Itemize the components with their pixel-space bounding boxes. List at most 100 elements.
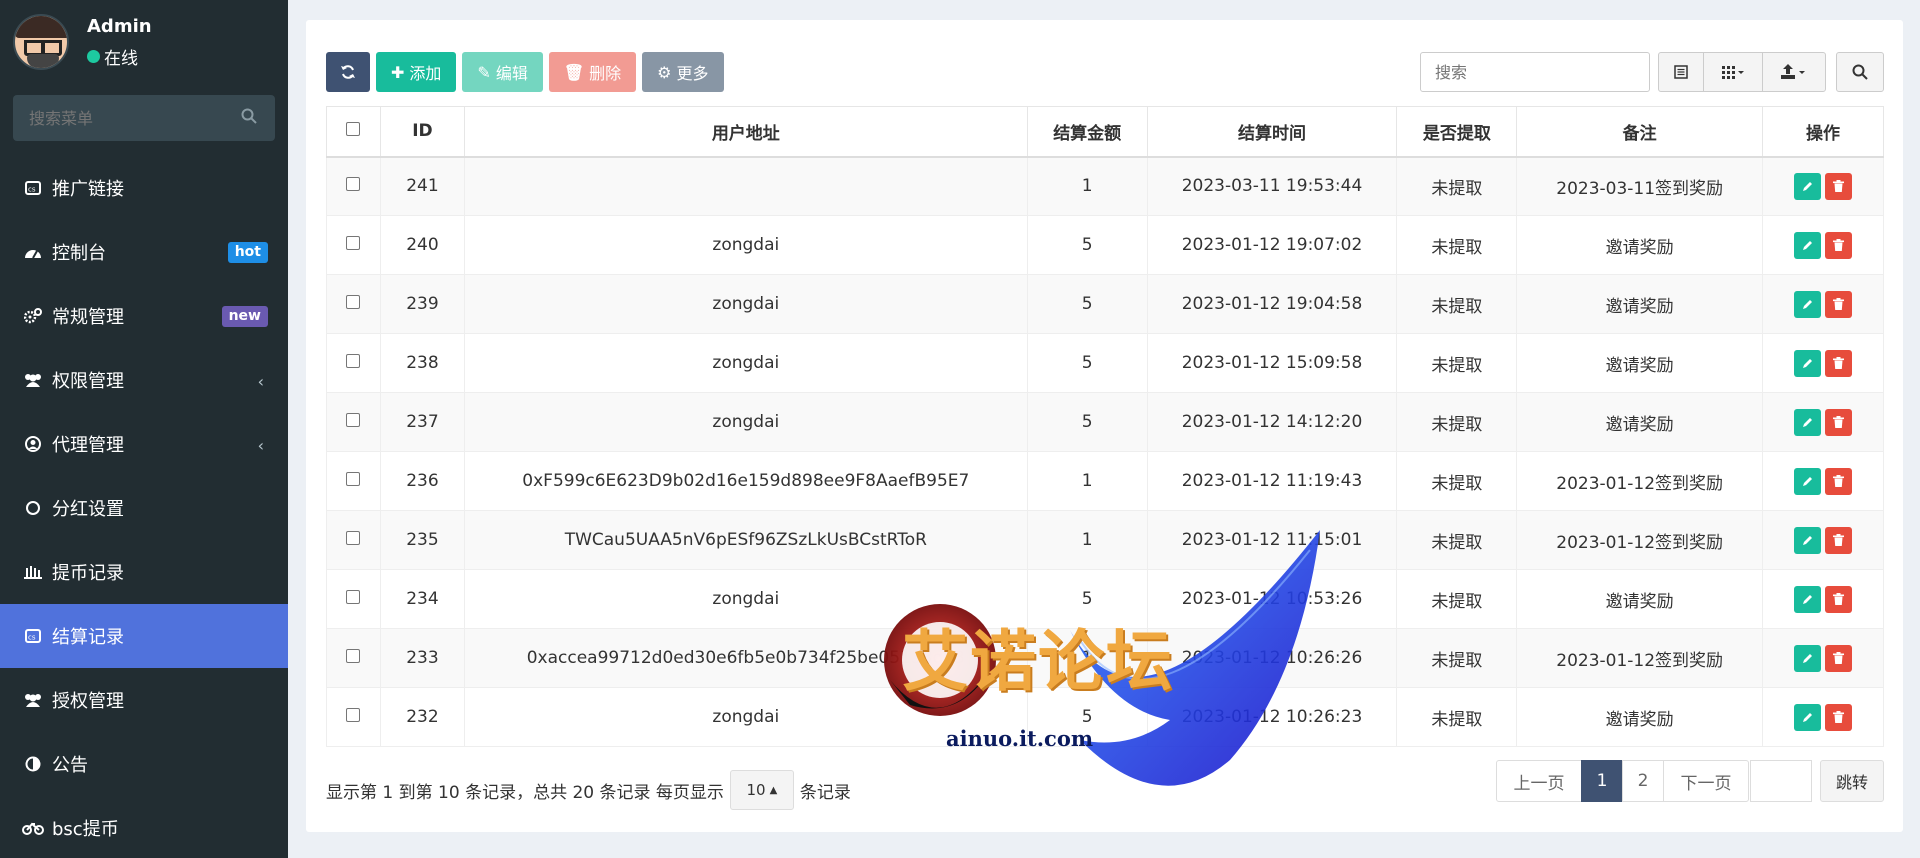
cell-actions [1762, 628, 1884, 688]
page-size-dropdown[interactable]: 10 ▲ [729, 770, 794, 810]
sidebar-item-permissions[interactable]: 权限管理 ‹ [0, 348, 288, 412]
settlement-table: ID 用户地址 结算金额 结算时间 是否提取 备注 操作 241 1 2023-03… [326, 106, 1884, 747]
row-checkbox[interactable] [346, 177, 361, 192]
cell-address: zongdai [463, 274, 1028, 334]
table-row[interactable]: 241 1 2023-03-11 19:53:44 未提取 2023-03-11签到奖励 [326, 156, 1884, 216]
row-edit-button[interactable] [1794, 467, 1822, 495]
table-row[interactable]: 232 zongdai 5 2023-01-12 10:26:23 未提取 邀请奖励 [326, 687, 1884, 747]
table-row[interactable]: 236 0xF599c6E623D9b02d16e159d898ee9F8Aaef… [326, 451, 1884, 511]
refresh-button[interactable] [326, 52, 370, 92]
row-delete-button[interactable] [1825, 703, 1853, 731]
sidebar-item-dashboard[interactable]: 控制台 hot [0, 220, 288, 284]
online-dot-icon [87, 50, 100, 63]
search-icon[interactable] [241, 108, 257, 129]
row-edit-button[interactable] [1794, 585, 1822, 613]
page-1-button[interactable]: 1 [1581, 760, 1623, 802]
select-all-checkbox[interactable] [346, 122, 361, 137]
cell-amount: 1 [1026, 510, 1148, 570]
row-actions [1794, 172, 1853, 200]
row-checkbox[interactable] [346, 649, 361, 663]
add-button[interactable]: ✚ 添加 [376, 52, 457, 92]
col-amount[interactable]: 结算金额 [1026, 106, 1148, 158]
chevron-left-icon: ‹ [257, 372, 264, 391]
sidebar-item-promo-link[interactable]: cs 推广链接 [0, 156, 288, 220]
prev-page-button[interactable]: 上一页 [1496, 760, 1582, 802]
table-search-input[interactable] [1420, 52, 1650, 92]
col-id[interactable]: ID [379, 106, 465, 158]
row-delete-button[interactable] [1825, 231, 1853, 259]
table-row[interactable]: 234 zongdai 5 2023-01-12 10:53:26 未提取 邀请奖励 [326, 569, 1884, 629]
page-2-button[interactable]: 2 [1622, 760, 1664, 802]
col-note[interactable]: 备注 [1516, 106, 1764, 158]
sidebar-item-dividend[interactable]: 分红设置 [0, 476, 288, 540]
sidebar-item-authorization[interactable]: 授权管理 [0, 668, 288, 732]
sidebar-search-input[interactable] [13, 95, 233, 141]
row-checkbox[interactable] [346, 354, 361, 368]
jump-button[interactable]: 跳转 [1820, 760, 1884, 802]
grid-icon [1722, 66, 1744, 79]
col-extracted[interactable]: 是否提取 [1396, 106, 1518, 158]
row-checkbox[interactable] [346, 708, 361, 722]
cell-note: 邀请奖励 [1516, 392, 1764, 452]
row-actions [1794, 408, 1853, 436]
cell-id: 237 [379, 392, 465, 452]
table-row[interactable]: 240 zongdai 5 2023-01-12 19:07:02 未提取 邀请奖励 [326, 215, 1884, 275]
trash-icon [1833, 357, 1845, 369]
row-delete-button[interactable] [1825, 467, 1853, 495]
cell-amount: 1 [1026, 628, 1148, 688]
next-page-button[interactable]: 下一页 [1663, 760, 1749, 802]
row-checkbox[interactable] [346, 531, 361, 545]
row-edit-button[interactable] [1794, 349, 1822, 377]
table-row[interactable]: 237 zongdai 5 2023-01-12 14:12:20 未提取 邀请奖励 [326, 392, 1884, 452]
toggle-view-button[interactable] [1658, 52, 1704, 92]
jump-page-input[interactable] [1750, 760, 1812, 802]
cell-note: 2023-03-11签到奖励 [1516, 156, 1764, 216]
row-delete-button[interactable] [1825, 526, 1853, 554]
row-edit-button[interactable] [1794, 644, 1822, 672]
cell-note: 邀请奖励 [1516, 687, 1764, 747]
avatar[interactable] [13, 14, 69, 70]
row-checkbox[interactable] [346, 236, 361, 250]
sidebar-item-agents[interactable]: 代理管理 ‹ [0, 412, 288, 476]
row-edit-button[interactable] [1794, 290, 1822, 318]
sidebar-item-announcements[interactable]: 公告 [0, 732, 288, 796]
edit-button[interactable]: ✎ 编辑 [462, 52, 543, 92]
columns-dropdown-button[interactable] [1703, 52, 1763, 92]
table-row[interactable]: 238 zongdai 5 2023-01-12 15:09:58 未提取 邀请奖励 [326, 333, 1884, 393]
row-actions [1794, 290, 1853, 318]
row-delete-button[interactable] [1825, 585, 1853, 613]
row-edit-button[interactable] [1794, 526, 1822, 554]
delete-button[interactable]: 🗑 删除 [548, 52, 637, 92]
sidebar-item-label: 常规管理 [52, 307, 124, 328]
table-row[interactable]: 235 TWCau5UAA5nV6pESf96ZSzLkUsBCstRToR 1 20… [326, 510, 1884, 570]
row-checkbox[interactable] [346, 472, 361, 486]
sidebar-item-bsc-withdraw[interactable]: bsc提币 [0, 796, 288, 858]
search-button[interactable] [1836, 52, 1884, 92]
col-time[interactable]: 结算时间 [1146, 106, 1398, 158]
row-checkbox[interactable] [346, 590, 361, 604]
row-delete-button[interactable] [1825, 408, 1853, 436]
table-row[interactable]: 233 0xaccea99712d0ed30e6fb5e0b734f25be051… [326, 628, 1884, 688]
export-dropdown-button[interactable] [1762, 52, 1826, 92]
row-edit-button[interactable] [1794, 408, 1822, 436]
sidebar-item-general[interactable]: 常规管理 new [0, 284, 288, 348]
row-delete-button[interactable] [1825, 290, 1853, 318]
row-edit-button[interactable] [1794, 231, 1822, 259]
row-select-cell [326, 451, 381, 511]
row-delete-button[interactable] [1825, 644, 1853, 672]
trash-icon [1833, 475, 1845, 487]
table-row[interactable]: 239 zongdai 5 2023-01-12 19:04:58 未提取 邀请奖励 [326, 274, 1884, 334]
row-delete-button[interactable] [1825, 172, 1853, 200]
more-button[interactable]: ⚙ 更多 [642, 52, 724, 92]
edit-button-label: 编辑 [495, 64, 528, 83]
row-edit-button[interactable] [1794, 703, 1822, 731]
sidebar-item-withdrawals[interactable]: 提币记录 [0, 540, 288, 604]
row-checkbox[interactable] [346, 413, 361, 427]
sidebar-item-settlements[interactable]: cs 结算记录 [0, 604, 288, 668]
row-checkbox[interactable] [346, 295, 361, 309]
row-edit-button[interactable] [1794, 172, 1822, 200]
pagination-suffix: 条记录 [799, 782, 851, 803]
row-delete-button[interactable] [1825, 349, 1853, 377]
sidebar-menu: cs 推广链接 控制台 hot 常规管理 new 权限管理 ‹ 代理管理 ‹ 分… [0, 156, 288, 858]
col-address[interactable]: 用户地址 [463, 106, 1028, 158]
